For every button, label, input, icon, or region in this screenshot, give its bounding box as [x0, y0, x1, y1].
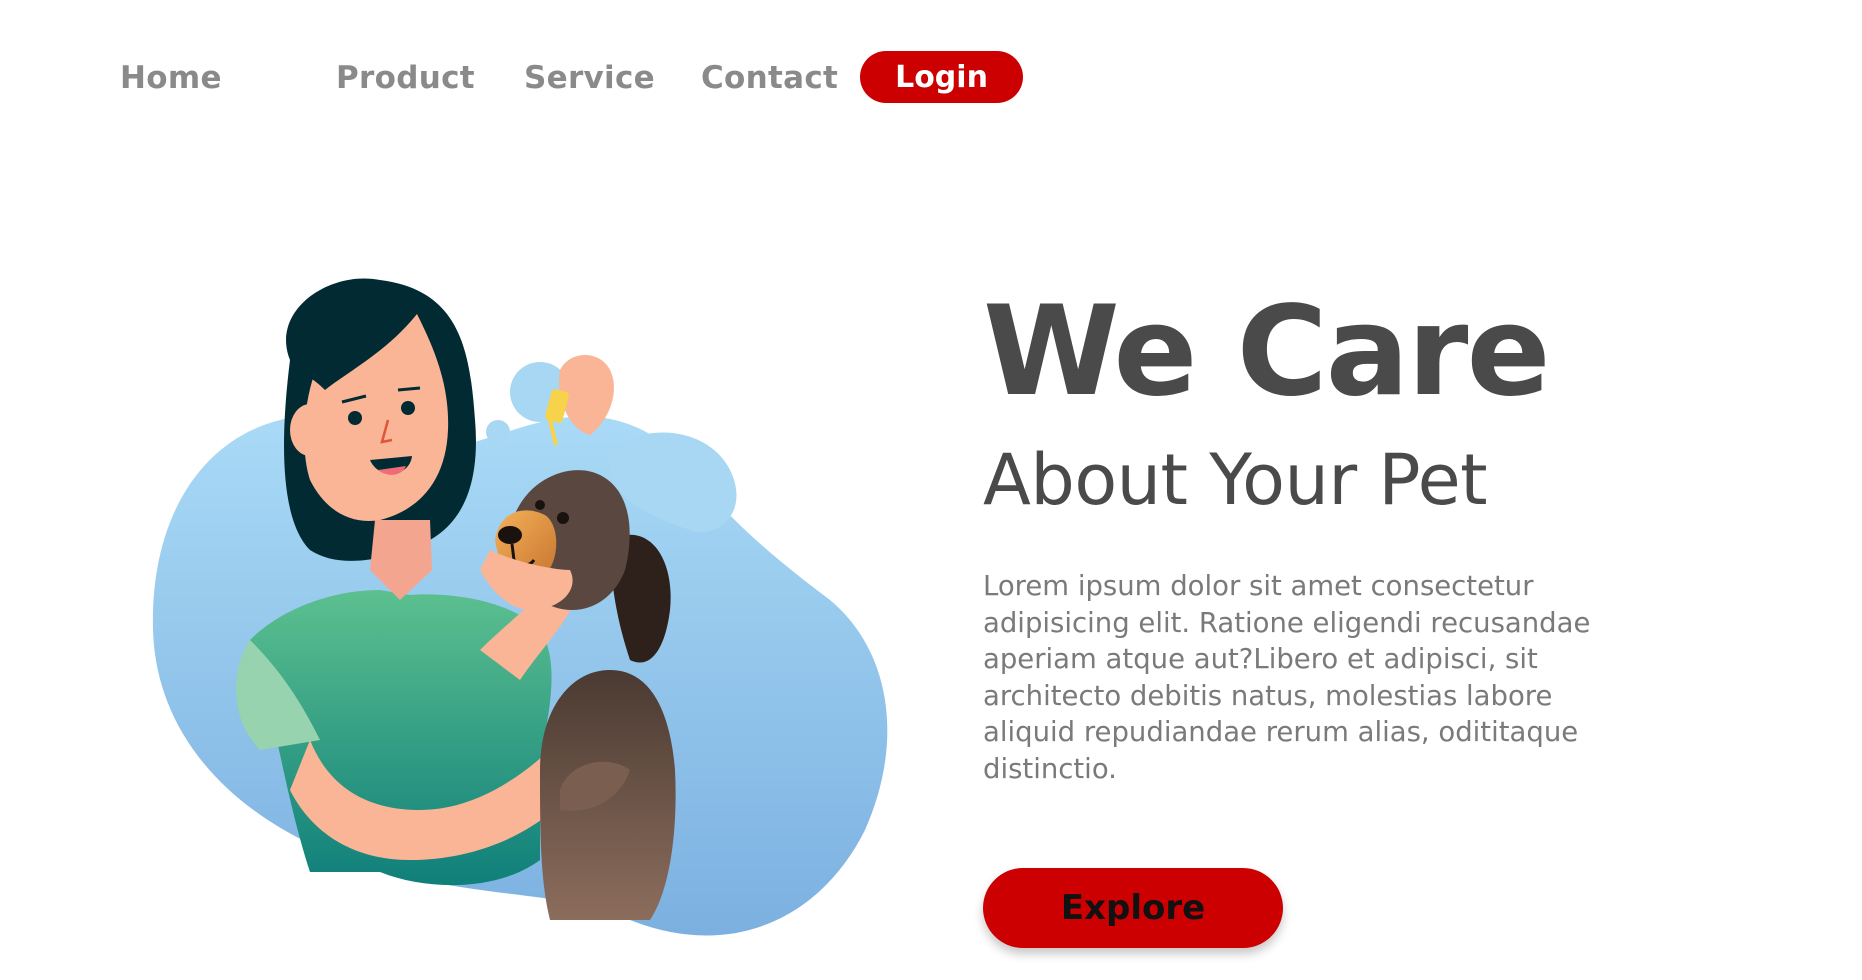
- landing-page: Home Product Service Contact Login We Ca…: [0, 0, 1862, 980]
- hero-title: We Care: [983, 280, 1551, 424]
- explore-button[interactable]: Explore: [983, 868, 1283, 948]
- nav-contact-link[interactable]: Contact: [701, 60, 838, 96]
- nav-home-link[interactable]: Home: [120, 60, 222, 96]
- login-button[interactable]: Login: [860, 51, 1023, 103]
- nav-product-link[interactable]: Product: [336, 60, 475, 96]
- top-nav: Home Product Service Contact Login: [0, 0, 1862, 150]
- hero-description: Lorem ipsum dolor sit amet consectetur a…: [983, 570, 1591, 785]
- hero-illustration: [130, 270, 890, 950]
- vet-care-illustration: [152, 278, 888, 936]
- hero-subtitle: About Your Pet: [983, 439, 1488, 521]
- nav-service-link[interactable]: Service: [524, 60, 655, 96]
